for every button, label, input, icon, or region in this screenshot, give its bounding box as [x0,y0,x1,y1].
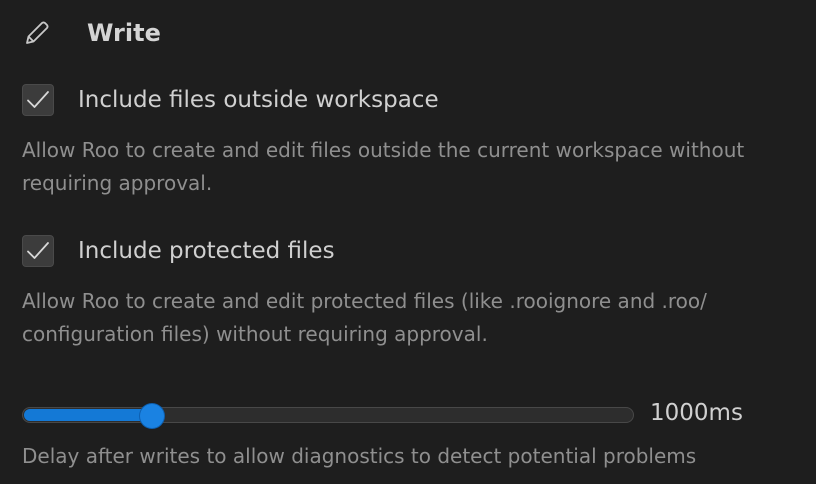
include-protected-files-description: Allow Roo to create and edit protected f… [22,289,707,346]
include-outside-workspace-label[interactable]: Include files outside workspace [78,87,439,113]
write-delay-description: Delay after writes to allow diagnostics … [22,444,697,468]
slider-thumb[interactable] [140,404,164,428]
section-title: Write [87,19,161,47]
include-protected-files-label[interactable]: Include protected files [78,238,335,264]
checkmark-icon [27,242,49,259]
setting-row-outside-workspace: Include files outside workspace [22,84,439,116]
slider-fill [24,409,152,421]
include-outside-workspace-description: Allow Roo to create and edit files outsi… [22,138,745,195]
setting-row-protected-files: Include protected files [22,235,335,267]
include-protected-files-checkbox[interactable] [22,235,54,267]
pencil-icon [22,18,52,48]
include-outside-workspace-checkbox[interactable] [22,84,54,116]
write-delay-slider[interactable] [22,404,634,428]
checkmark-icon [27,91,49,108]
write-delay-value: 1000ms [650,400,743,426]
section-header: Write [22,16,161,50]
